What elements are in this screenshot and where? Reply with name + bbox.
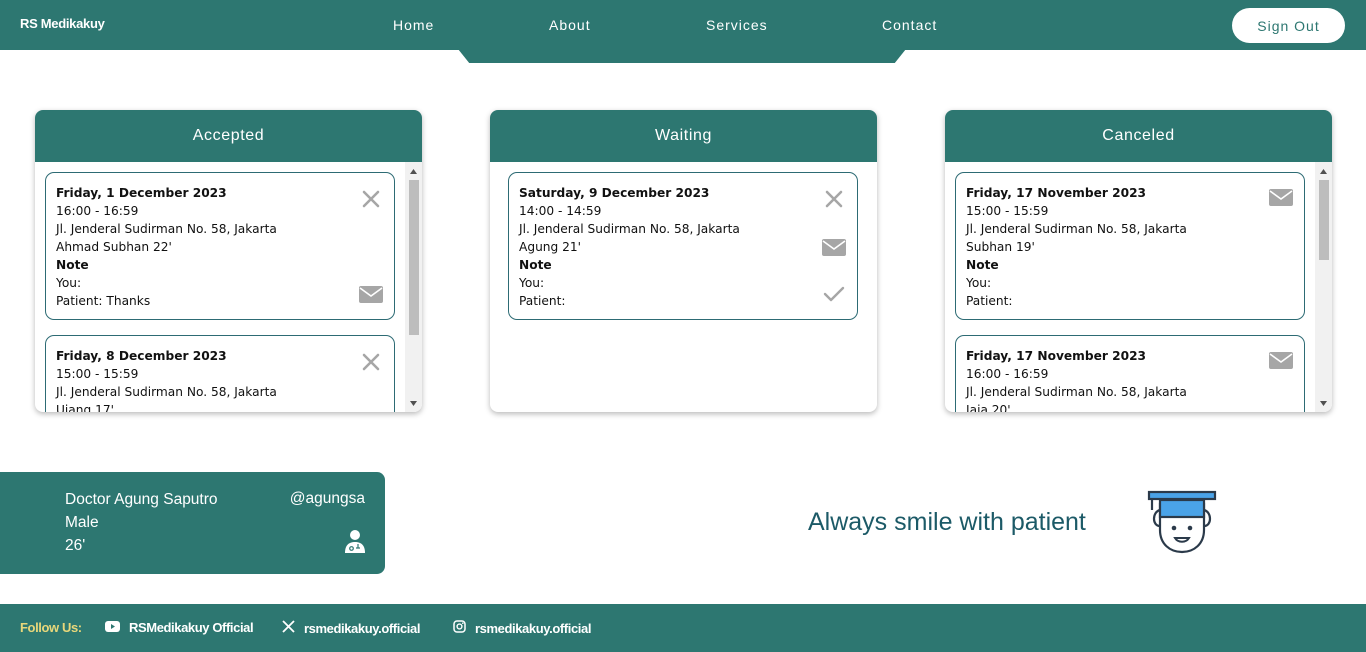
accepted-list: Friday, 1 December 2023 16:00 - 16:59 Jl…: [35, 162, 422, 412]
note-patient: Patient: Thanks: [56, 294, 151, 308]
mail-icon[interactable]: [358, 283, 384, 305]
mail-icon[interactable]: [1268, 349, 1294, 371]
waiting-list: Saturday, 9 December 2023 14:00 - 14:59 …: [490, 162, 877, 412]
scrollbar-thumb[interactable]: [409, 180, 419, 335]
nav-home[interactable]: Home: [393, 17, 434, 33]
scroll-down-icon[interactable]: [405, 396, 422, 410]
doctor-icon[interactable]: [345, 529, 365, 558]
mail-icon[interactable]: [1268, 186, 1294, 208]
appointment-card: Friday, 17 November 2023 15:00 - 15:59 J…: [955, 172, 1305, 320]
appointment-date: Saturday, 9 December 2023: [519, 186, 710, 200]
scroll-up-icon[interactable]: [405, 164, 422, 178]
doctor-profile-card: Doctor Agung Saputro Male 26' @agungsa: [0, 472, 385, 574]
doctor-age: 26': [65, 537, 86, 554]
appointment-time: 16:00 - 16:59: [56, 204, 139, 218]
scroll-down-icon[interactable]: [1315, 396, 1332, 410]
appointment-patient: Ujang 17': [56, 403, 114, 412]
mail-icon[interactable]: [821, 236, 847, 258]
appointment-card: Friday, 1 December 2023 16:00 - 16:59 Jl…: [45, 172, 395, 320]
close-icon[interactable]: [358, 188, 384, 210]
appointment-time: 15:00 - 15:59: [56, 367, 139, 381]
x-label: rsmedikakuy.official: [304, 620, 421, 636]
check-icon[interactable]: [821, 283, 847, 305]
graduate-face-icon: [1146, 490, 1218, 561]
appointment-patient: Subhan 19': [966, 240, 1035, 254]
instagram-icon: [453, 620, 475, 636]
scroll-up-icon[interactable]: [1315, 164, 1332, 178]
appointment-time: 15:00 - 15:59: [966, 204, 1049, 218]
instagram-label: rsmedikakuy.official: [475, 620, 592, 636]
scrollbar[interactable]: [1315, 162, 1332, 412]
appointment-patient: Ahmad Subhan 22': [56, 240, 172, 254]
note-you: You:: [966, 276, 992, 290]
appointment-address: Jl. Jenderal Sudirman No. 58, Jakarta: [966, 385, 1187, 399]
nav-about[interactable]: About: [549, 17, 591, 33]
appointment-card: Friday, 17 November 2023 16:00 - 16:59 J…: [955, 335, 1305, 412]
x-link[interactable]: rsmedikakuy.official: [282, 620, 420, 636]
appointment-patient: Agung 21': [519, 240, 581, 254]
panel-title: Waiting: [490, 110, 877, 162]
appointment-date: Friday, 17 November 2023: [966, 186, 1147, 200]
doctor-gender: Male: [65, 514, 99, 531]
note-label: Note: [966, 258, 999, 272]
tagline: Always smile with patient: [808, 508, 1086, 536]
appointment-time: 14:00 - 14:59: [519, 204, 602, 218]
navbar: RS Medikakuy Home About Services Contact…: [0, 0, 1366, 50]
note-patient: Patient:: [966, 294, 1013, 308]
note-patient: Patient:: [519, 294, 566, 308]
note-label: Note: [56, 258, 89, 272]
doctor-username: @agungsa: [289, 490, 365, 507]
appointment-card: Friday, 8 December 2023 15:00 - 15:59 Jl…: [45, 335, 395, 412]
appointment-date: Friday, 17 November 2023: [966, 349, 1147, 363]
waiting-panel: Waiting Saturday, 9 December 2023 14:00 …: [490, 110, 877, 412]
appointment-time: 16:00 - 16:59: [966, 367, 1049, 381]
close-icon[interactable]: [821, 188, 847, 210]
youtube-link[interactable]: RSMedikakuy Official: [105, 620, 254, 635]
x-icon: [282, 620, 304, 636]
appointment-address: Jl. Jenderal Sudirman No. 58, Jakarta: [56, 222, 277, 236]
canceled-panel: Canceled Friday, 17 November 2023 15:00 …: [945, 110, 1332, 412]
note-you: You:: [519, 276, 545, 290]
follow-us-label: Follow Us:: [20, 620, 82, 635]
appointment-card: Saturday, 9 December 2023 14:00 - 14:59 …: [508, 172, 858, 320]
accepted-panel: Accepted Friday, 1 December 2023 16:00 -…: [35, 110, 422, 412]
note-label: Note: [519, 258, 552, 272]
nav-services[interactable]: Services: [706, 17, 768, 33]
scrollbar[interactable]: [405, 162, 422, 412]
appointment-address: Jl. Jenderal Sudirman No. 58, Jakarta: [519, 222, 740, 236]
close-icon[interactable]: [358, 351, 384, 373]
panel-title: Accepted: [35, 110, 422, 162]
appointment-patient: Jaja 20': [966, 403, 1011, 412]
appointment-address: Jl. Jenderal Sudirman No. 58, Jakarta: [966, 222, 1187, 236]
footer: Follow Us: RSMedikakuy Official rsmedika…: [0, 604, 1366, 652]
brand-logo[interactable]: RS Medikakuy: [20, 16, 105, 31]
appointment-date: Friday, 1 December 2023: [56, 186, 227, 200]
note-you: You:: [56, 276, 82, 290]
appointment-address: Jl. Jenderal Sudirman No. 58, Jakarta: [56, 385, 277, 399]
youtube-label: RSMedikakuy Official: [129, 620, 254, 635]
sign-out-button[interactable]: Sign Out: [1232, 8, 1345, 43]
canceled-list: Friday, 17 November 2023 15:00 - 15:59 J…: [945, 162, 1332, 412]
doctor-name: Doctor Agung Saputro: [65, 491, 218, 508]
youtube-icon: [105, 620, 129, 635]
nav-notch: [458, 49, 906, 63]
appointment-date: Friday, 8 December 2023: [56, 349, 227, 363]
panel-title: Canceled: [945, 110, 1332, 162]
nav-contact[interactable]: Contact: [882, 17, 937, 33]
instagram-link[interactable]: rsmedikakuy.official: [453, 620, 591, 636]
scrollbar-thumb[interactable]: [1319, 180, 1329, 260]
